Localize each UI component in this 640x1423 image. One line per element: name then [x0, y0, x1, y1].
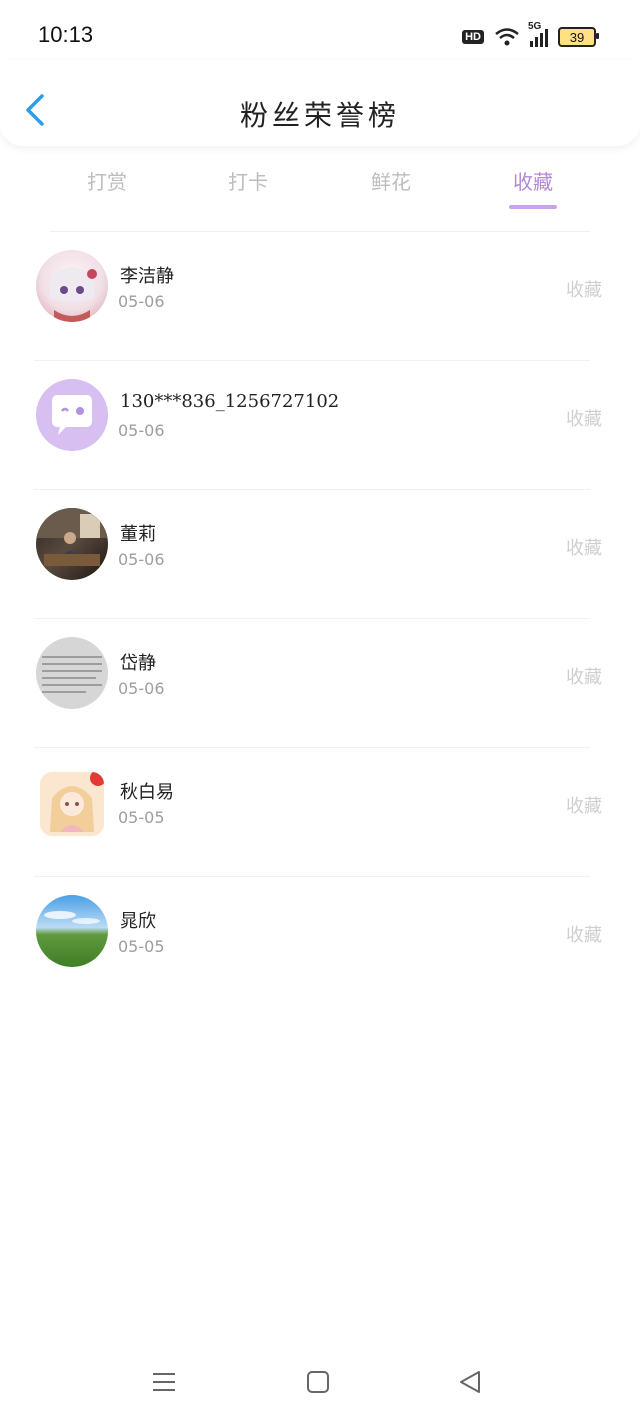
- wifi-icon: [495, 28, 519, 46]
- fan-date: 05-05: [118, 937, 165, 956]
- fan-name: 130***836_1256727102: [120, 391, 340, 412]
- system-navigation-bar: [0, 1360, 640, 1408]
- tab-checkin[interactable]: 打卡: [198, 166, 298, 195]
- avatar: [36, 895, 108, 967]
- fan-list: 李洁静 05-06 收藏 130***836_1256727102 05-06 …: [0, 232, 640, 1005]
- fan-name: 晁欣: [120, 911, 156, 932]
- list-item[interactable]: 晁欣 05-05 收藏: [34, 877, 602, 1005]
- notification-badge-icon: [90, 772, 104, 786]
- system-icons: HD 5G 39: [462, 21, 599, 50]
- favorite-action[interactable]: 收藏: [566, 792, 602, 818]
- page-title: 粉丝荣誉榜: [239, 99, 400, 132]
- triangle-back-icon: [460, 1371, 480, 1393]
- fan-date: 05-06: [118, 679, 165, 698]
- chat-bubble-icon: [52, 395, 92, 435]
- list-item[interactable]: 秋白易 05-05 收藏: [34, 748, 602, 877]
- fan-date: 05-06: [118, 550, 165, 569]
- fan-name: 董莉: [120, 524, 156, 545]
- tab-flowers[interactable]: 鲜花: [341, 166, 441, 195]
- fan-name: 岱静: [120, 653, 156, 674]
- tab-reward[interactable]: 打赏: [57, 166, 157, 195]
- avatar: [36, 508, 108, 580]
- fan-date: 05-06: [118, 421, 165, 440]
- home-button[interactable]: [306, 1370, 330, 1398]
- text-image-avatar: [42, 656, 102, 693]
- tab-favorites[interactable]: 收藏: [483, 166, 583, 195]
- favorite-action[interactable]: 收藏: [566, 921, 602, 947]
- landscape-avatar: [44, 911, 100, 924]
- list-item[interactable]: 岱静 05-06 收藏: [34, 619, 602, 748]
- status-time: 10:13: [38, 22, 94, 47]
- fan-name: 秋白易: [120, 782, 174, 803]
- recent-apps-button[interactable]: [152, 1370, 176, 1398]
- tab-bar: 打赏 打卡 鲜花 收藏: [0, 160, 640, 216]
- avatar: [40, 772, 104, 836]
- avatar: [36, 250, 108, 322]
- battery-icon: 39: [558, 27, 599, 47]
- favorite-action[interactable]: 收藏: [566, 276, 602, 302]
- square-icon: [307, 1371, 329, 1393]
- favorite-action[interactable]: 收藏: [566, 663, 602, 689]
- signal-icon: 5G: [528, 21, 548, 47]
- favorite-action[interactable]: 收藏: [566, 405, 602, 431]
- fan-date: 05-06: [118, 292, 165, 311]
- person-photo-avatar: [36, 508, 108, 566]
- anime-girl-avatar: [50, 267, 97, 322]
- hd-badge: HD: [462, 30, 484, 44]
- fan-name: 李洁静: [120, 266, 174, 287]
- list-item[interactable]: 130***836_1256727102 05-06 收藏: [34, 361, 602, 490]
- list-item[interactable]: 董莉 05-06 收藏: [34, 490, 602, 619]
- menu-icon: [153, 1373, 175, 1391]
- fan-date: 05-05: [118, 808, 165, 827]
- list-item[interactable]: 李洁静 05-06 收藏: [34, 232, 602, 361]
- avatar: [36, 379, 108, 451]
- favorite-action[interactable]: 收藏: [566, 534, 602, 560]
- back-nav-button[interactable]: [458, 1370, 482, 1398]
- avatar: [36, 637, 108, 709]
- network-label: 5G: [528, 21, 542, 32]
- app-header: 粉丝荣誉榜: [0, 60, 640, 146]
- active-tab-indicator: [509, 205, 557, 209]
